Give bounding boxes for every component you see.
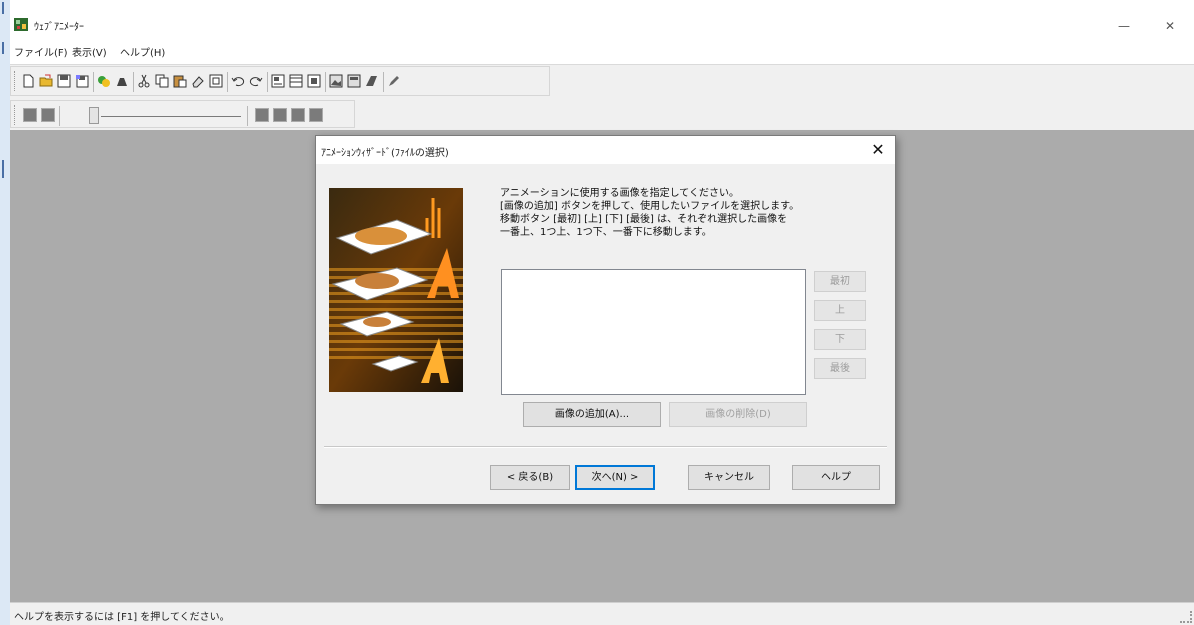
toolbar-separator xyxy=(383,72,384,92)
undo-icon[interactable] xyxy=(231,74,245,88)
instruction-line: アニメーションに使用する画像を指定してください。 xyxy=(500,188,739,199)
instruction-line: 移動ボタン [最初] [上] [下] [最後] は、それぞれ選択した画像を xyxy=(500,214,788,225)
desktop-edge xyxy=(0,0,10,624)
move-down-button[interactable]: 下 xyxy=(814,329,866,350)
new-icon[interactable] xyxy=(21,74,35,88)
stop-icon[interactable] xyxy=(273,108,287,122)
image-list-icon[interactable] xyxy=(329,74,343,88)
instruction-line: 一番上、1つ上、1つ下、一番下に移動します。 xyxy=(500,227,712,238)
cancel-button[interactable]: キャンセル xyxy=(688,465,770,490)
close-icon: ✕ xyxy=(871,140,885,159)
play-icon[interactable] xyxy=(255,108,269,122)
move-last-button[interactable]: 最後 xyxy=(814,358,866,379)
instruction-line: [画像の追加] ボタンを押して、使用したいファイルを選択します。 xyxy=(500,201,800,212)
minimize-button[interactable]: — xyxy=(1104,13,1144,39)
clear-icon[interactable] xyxy=(191,74,205,88)
title-bar: ｳｪﾌﾞｱﾆﾒｰﾀｰ — ✕ xyxy=(10,0,1194,38)
move-first-button[interactable]: 最初 xyxy=(814,271,866,292)
toolbar-separator xyxy=(59,106,60,126)
back-button[interactable]: < 戻る(B) xyxy=(490,465,570,490)
properties-icon[interactable] xyxy=(271,74,285,88)
wizard-illustration xyxy=(329,188,463,392)
next-button[interactable]: 次へ(N) > xyxy=(575,465,655,490)
animation-wizard-dialog: ｱﾆﾒｰｼｮﾝｳｨｻﾞｰﾄﾞ(ﾌｧｲﾙの選択) ✕ アニメーションに使用する画像… xyxy=(315,135,896,505)
effects-icon[interactable] xyxy=(97,74,111,88)
next-frame-icon[interactable] xyxy=(291,108,305,122)
dialog-title: ｱﾆﾒｰｼｮﾝｳｨｻﾞｰﾄﾞ(ﾌｧｲﾙの選択) xyxy=(321,148,449,159)
toolbar-separator xyxy=(133,72,134,92)
toolbar-grip[interactable] xyxy=(14,105,18,125)
resize-grip[interactable] xyxy=(1180,611,1192,623)
status-bar: ヘルプを表示するには [F1] を押してください。 xyxy=(10,602,1194,625)
paste-icon[interactable] xyxy=(173,74,187,88)
app-icon xyxy=(14,18,28,31)
delete-image-button[interactable]: 画像の削除(D) xyxy=(669,402,807,427)
status-text: ヘルプを表示するには [F1] を押してください。 xyxy=(14,612,230,623)
playback-toolbar xyxy=(10,100,355,128)
wizard-instructions: アニメーションに使用する画像を指定してください。 [画像の追加] ボタンを押して… xyxy=(500,187,850,239)
dialog-title-bar: ｱﾆﾒｰｼｮﾝｳｨｻﾞｰﾄﾞ(ﾌｧｲﾙの選択) ✕ xyxy=(316,136,895,164)
frame-icon[interactable] xyxy=(209,74,223,88)
minimize-icon: — xyxy=(1118,19,1130,33)
toolbar-separator xyxy=(93,72,94,92)
edge-mark xyxy=(2,160,4,178)
redo-icon[interactable] xyxy=(249,74,263,88)
app-title: ｳｪﾌﾞｱﾆﾒｰﾀｰ xyxy=(34,22,84,33)
frame-slider-track[interactable] xyxy=(101,116,241,117)
cut-icon[interactable] xyxy=(137,74,151,88)
preview-icon[interactable] xyxy=(307,74,321,88)
copy-icon[interactable] xyxy=(155,74,169,88)
open-icon[interactable] xyxy=(39,74,53,88)
save-as-icon[interactable] xyxy=(75,74,89,88)
paint-icon[interactable] xyxy=(115,74,129,88)
edge-mark xyxy=(2,2,4,14)
pen-icon[interactable] xyxy=(387,74,401,88)
frame-slider-thumb[interactable] xyxy=(89,107,99,124)
first-frame-icon[interactable] xyxy=(23,108,37,122)
animation-icon[interactable] xyxy=(347,74,361,88)
last-frame-icon[interactable] xyxy=(309,108,323,122)
menu-help[interactable]: ヘルプ(H) xyxy=(120,44,165,59)
move-up-button[interactable]: 上 xyxy=(814,300,866,321)
wizard-icon[interactable] xyxy=(365,74,379,88)
dialog-divider xyxy=(324,446,887,448)
previous-frame-icon[interactable] xyxy=(41,108,55,122)
save-icon[interactable] xyxy=(57,74,71,88)
toolbar-separator xyxy=(247,106,248,126)
menu-bar: ファイル(F) 表示(V) ヘルプ(H) xyxy=(10,38,1194,65)
toolbar-separator xyxy=(267,72,268,92)
help-button[interactable]: ヘルプ xyxy=(792,465,880,490)
toolbar-separator xyxy=(227,72,228,92)
toolbar-separator xyxy=(325,72,326,92)
menu-view[interactable]: 表示(V) xyxy=(72,44,107,59)
close-window-button[interactable]: ✕ xyxy=(1150,13,1190,39)
add-image-button[interactable]: 画像の追加(A)... xyxy=(523,402,661,427)
dialog-close-button[interactable]: ✕ xyxy=(867,139,889,161)
main-toolbar xyxy=(10,66,550,96)
menu-file[interactable]: ファイル(F) xyxy=(14,44,68,59)
image-file-list[interactable] xyxy=(501,269,806,395)
toolbar-grip[interactable] xyxy=(14,71,18,91)
close-icon: ✕ xyxy=(1164,19,1176,33)
edge-mark xyxy=(2,42,4,54)
panel-icon[interactable] xyxy=(289,74,303,88)
